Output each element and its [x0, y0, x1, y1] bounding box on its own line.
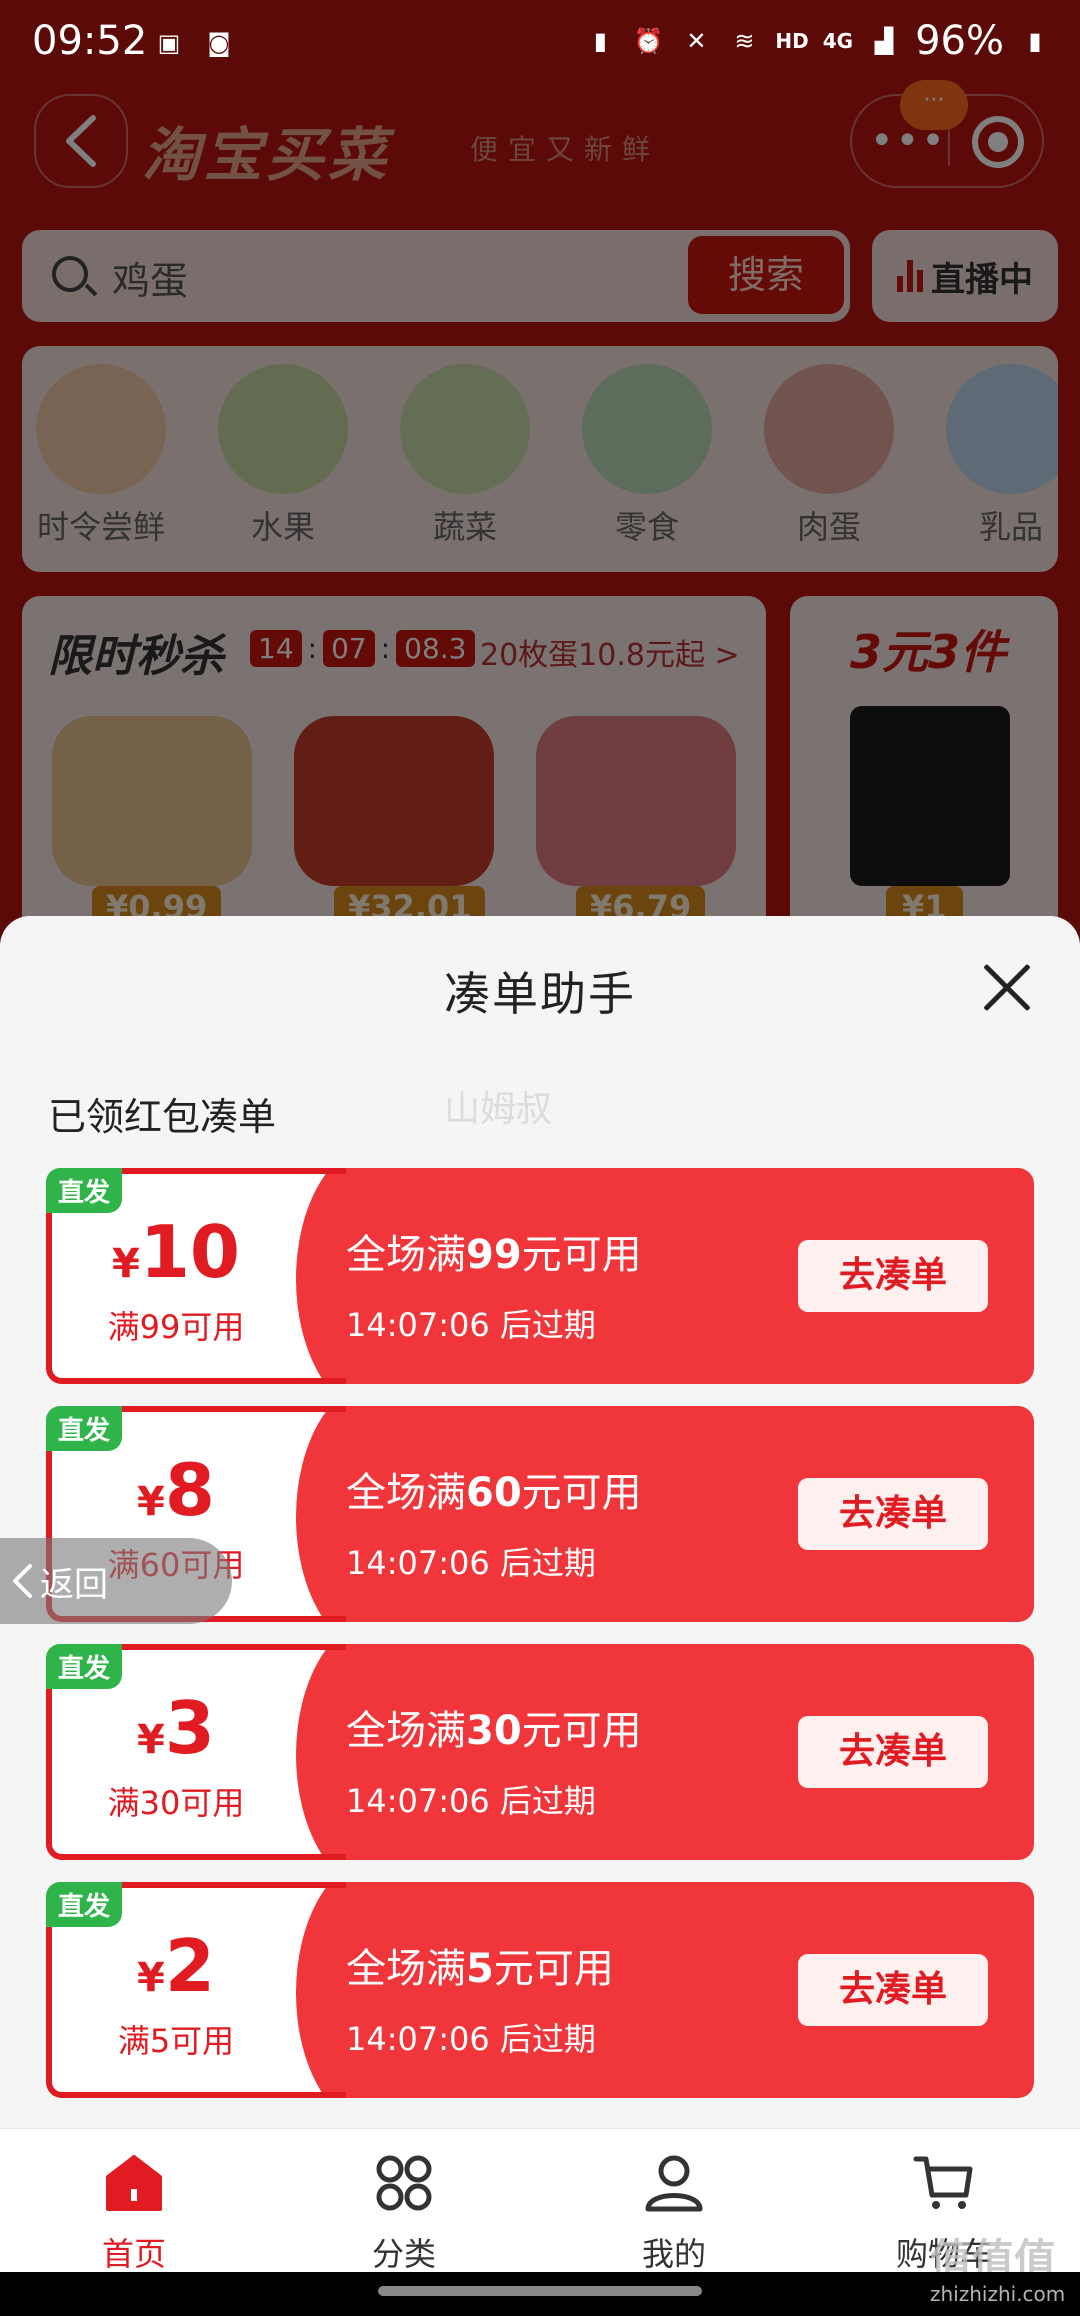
battery-icon: ▮	[1028, 27, 1042, 55]
coupon-condition: 满5可用	[117, 2022, 235, 2060]
shopping-bag-icon: ◙	[207, 29, 231, 57]
coupon-condition: 满30可用	[107, 1784, 245, 1822]
coupon-card[interactable]: 直发 ¥3 满30可用 全场满30元可用 14:07:06 后过期 去凑单	[46, 1644, 1034, 1860]
status-bar: 09:52 ▣ ◙ ▮ ⏰ ✕ ≋ HD 4G ▟ 96% ▮	[0, 0, 1080, 92]
section-label: 已领红包凑单	[48, 1095, 277, 1139]
mute-icon: ✕	[686, 27, 707, 55]
coupon-condition: 满99可用	[107, 1308, 245, 1346]
watermark-text: 山姆叔	[444, 1089, 553, 1130]
coupon-description: 全场满30元可用	[346, 1708, 642, 1754]
coupon-card[interactable]: 直发 ¥2 满5可用 全场满5元可用 14:07:06 后过期 去凑单	[46, 1882, 1034, 2098]
go-bundle-button[interactable]: 去凑单	[798, 1240, 988, 1312]
sheet-title: 凑单助手	[444, 967, 636, 1021]
chevron-left-icon	[13, 1564, 32, 1598]
battery-saver-icon: ▮	[593, 27, 608, 55]
coupon-amount: ¥3	[137, 1686, 215, 1770]
floating-back-button[interactable]: 返回	[0, 1538, 232, 1624]
coupon-expiry: 14:07:06 后过期	[346, 1544, 596, 1582]
alarm-icon: ⏰	[633, 27, 664, 55]
coupon-amount: ¥8	[137, 1448, 215, 1532]
direct-tag: 直发	[46, 1882, 123, 1927]
status-time: 09:52	[32, 18, 148, 64]
go-bundle-button[interactable]: 去凑单	[798, 1716, 988, 1788]
coupon-amount: ¥2	[137, 1924, 215, 2008]
category-icon	[376, 2155, 432, 2211]
cart-icon	[913, 2156, 973, 2209]
profile-icon	[645, 2155, 703, 2212]
direct-tag: 直发	[46, 1168, 123, 1213]
coupon-card[interactable]: 直发 ¥10 满99可用 全场满99元可用 14:07:06 后过期 去凑单	[46, 1168, 1034, 1384]
coupon-expiry: 14:07:06 后过期	[346, 1782, 596, 1820]
site-watermark-url: zhizhizhi.com	[930, 2282, 1066, 2306]
battery-percent: 96%	[915, 18, 1004, 64]
floating-back-label: 返回	[40, 1564, 108, 1605]
tab-profile[interactable]: 我的	[584, 2151, 764, 2275]
status-right: ▮ ⏰ ✕ ≋ HD 4G ▟ 96% ▮	[583, 18, 1052, 64]
coupon-description: 全场满99元可用	[346, 1232, 642, 1278]
tab-label: 分类	[371, 2235, 436, 2273]
direct-tag: 直发	[46, 1406, 123, 1451]
signal-icon: ▟	[874, 27, 894, 55]
tab-label: 我的	[641, 2235, 706, 2273]
network-label: 4G	[822, 29, 854, 53]
coupon-helper-sheet: 凑单助手 已领红包凑单 山姆叔 直发 ¥10 满99可用 全场满99元可用 14…	[0, 916, 1080, 2128]
wifi-icon: ≋	[734, 27, 755, 55]
bottom-tab-bar: 首页 分类 我的 购物车	[0, 2128, 1080, 2275]
coupon-amount: ¥10	[111, 1210, 241, 1294]
coupon-expiry: 14:07:06 后过期	[346, 1306, 596, 1344]
tab-label: 首页	[101, 2235, 166, 2273]
coupon-description: 全场满5元可用	[346, 1946, 614, 1992]
home-indicator[interactable]	[378, 2286, 702, 2296]
home-icon	[106, 2155, 162, 2211]
tab-category[interactable]: 分类	[314, 2151, 494, 2275]
direct-tag: 直发	[46, 1644, 123, 1689]
close-icon[interactable]	[980, 960, 1034, 1014]
hd-label: HD	[775, 29, 809, 53]
coupon-expiry: 14:07:06 后过期	[346, 2020, 596, 2058]
go-bundle-button[interactable]: 去凑单	[798, 1478, 988, 1550]
go-bundle-button[interactable]: 去凑单	[798, 1954, 988, 2026]
tab-home[interactable]: 首页	[44, 2151, 224, 2275]
gallery-icon: ▣	[157, 29, 181, 57]
notification-icons: ▣ ◙	[152, 26, 236, 60]
coupon-description: 全场满60元可用	[346, 1470, 642, 1516]
